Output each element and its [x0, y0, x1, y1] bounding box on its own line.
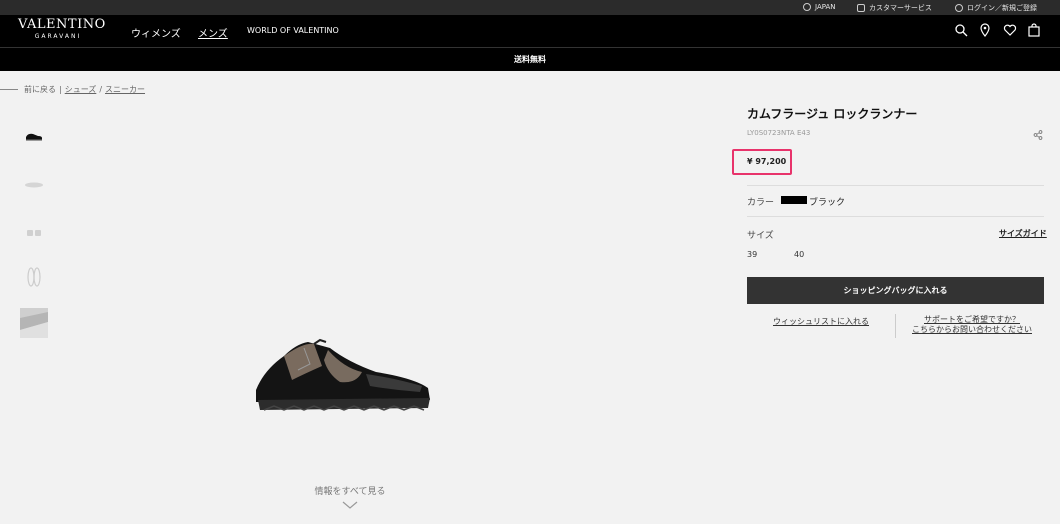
- thumbnail-side[interactable]: [20, 122, 48, 150]
- heart-icon[interactable]: [1003, 23, 1017, 37]
- breadcrumb-shoes[interactable]: シューズ: [65, 84, 97, 95]
- logo-main: VALENTINO: [18, 17, 106, 32]
- see-all-info-link[interactable]: 情報をすべて見る: [300, 484, 400, 497]
- globe-icon: [803, 3, 811, 11]
- customer-service-label: カスタマーサービス: [869, 4, 932, 12]
- nav-world-of-valentino[interactable]: WORLD OF VALENTINO: [247, 26, 339, 35]
- sneaker-detail-thumbnail: [20, 308, 48, 338]
- chat-icon: [857, 4, 865, 12]
- share-icon[interactable]: [1033, 130, 1043, 140]
- sneaker-front-thumbnail: [27, 230, 41, 236]
- location-icon[interactable]: [978, 23, 992, 37]
- size-option-39[interactable]: 39: [747, 250, 757, 259]
- divider: [747, 216, 1044, 217]
- breadcrumb-separator: |: [59, 85, 62, 94]
- login-link[interactable]: ログイン／新規ご登録: [955, 3, 1037, 13]
- sneaker-side-thumbnail: [26, 133, 42, 141]
- login-label: ログイン／新規ご登録: [967, 4, 1037, 12]
- color-value: ブラック: [809, 198, 846, 208]
- product-price: ¥ 97,200: [747, 157, 787, 166]
- bag-icon[interactable]: [1027, 23, 1041, 37]
- nav-mens[interactable]: メンズ: [198, 25, 228, 40]
- country-label: JAPAN: [815, 3, 836, 11]
- color-swatch-black[interactable]: [781, 196, 807, 204]
- search-icon[interactable]: [954, 23, 968, 37]
- utility-bar: JAPAN カスタマーサービス ログイン／新規ご登録: [0, 0, 1060, 15]
- sneaker-top-thumbnail: [25, 182, 43, 188]
- divider: [747, 185, 1044, 186]
- logo-sub: GARAVANI: [34, 33, 82, 40]
- nav-womens[interactable]: ウィメンズ: [131, 25, 181, 40]
- back-line-icon: [0, 89, 18, 90]
- product-main-image[interactable]: [244, 330, 434, 420]
- free-shipping-banner: 送料無料: [0, 47, 1060, 71]
- product-title: カムフラージュ ロックランナー: [747, 107, 918, 121]
- valentino-logo[interactable]: VALENTINO GARAVANI: [18, 17, 106, 41]
- main-nav: VALENTINO GARAVANI ウィメンズ メンズ WORLD OF VA…: [0, 15, 1060, 47]
- chevron-down-icon[interactable]: [342, 500, 358, 510]
- color-label: カラー: [747, 198, 775, 208]
- breadcrumb-sneakers[interactable]: スニーカー: [105, 84, 145, 95]
- size-guide-link[interactable]: サイズガイド: [999, 228, 1047, 239]
- product-sku: LY0S0723NTA E43: [747, 129, 811, 137]
- add-to-bag-button[interactable]: ショッピングバッグに入れる: [747, 277, 1044, 304]
- country-selector[interactable]: JAPAN: [803, 3, 836, 11]
- customer-service-link[interactable]: カスタマーサービス: [857, 3, 932, 13]
- support-link-line2[interactable]: こちらからお問い合わせください: [907, 325, 1037, 335]
- sneaker-sole-thumbnail: [27, 267, 41, 287]
- breadcrumb: 前に戻る | シューズ / スニーカー: [0, 84, 145, 95]
- thumbnail-top[interactable]: [20, 170, 48, 198]
- wishlist-link[interactable]: ウィッシュリストに入れる: [773, 316, 869, 327]
- thumbnail-front[interactable]: [20, 218, 48, 246]
- support-contact: サポートをご希望ですか？ こちらからお問い合わせください: [907, 315, 1037, 335]
- vertical-divider: [895, 314, 896, 338]
- thumbnail-detail[interactable]: [20, 308, 48, 338]
- size-option-40[interactable]: 40: [794, 250, 804, 259]
- size-label: サイズ: [747, 231, 774, 241]
- user-icon: [955, 4, 963, 12]
- support-link-line1[interactable]: サポートをご希望ですか？: [907, 315, 1037, 325]
- thumbnail-sole[interactable]: [20, 263, 48, 291]
- back-link[interactable]: 前に戻る: [24, 84, 56, 95]
- breadcrumb-separator: /: [99, 85, 103, 94]
